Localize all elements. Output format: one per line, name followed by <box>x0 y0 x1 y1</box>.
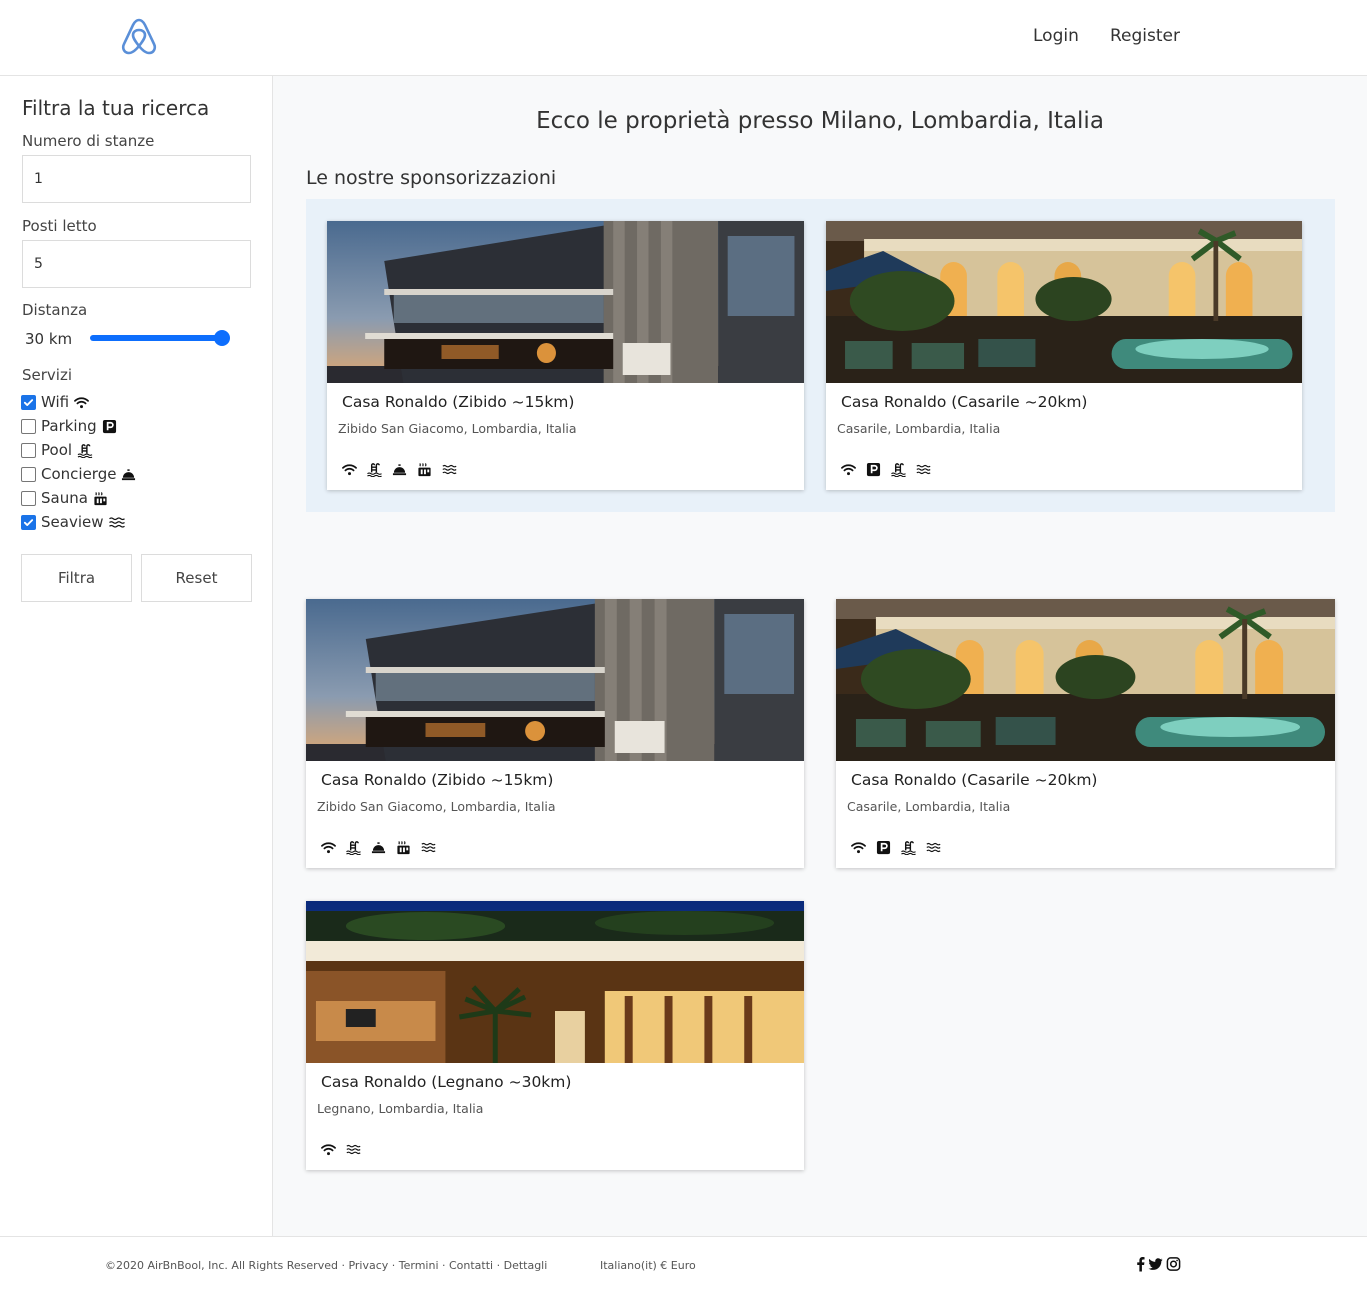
pool-icon <box>77 443 93 458</box>
sauna-icon <box>93 491 108 506</box>
property-photo[interactable] <box>327 221 804 383</box>
service-pool[interactable]: Pool <box>21 440 93 460</box>
service-label: Concierge <box>41 465 117 483</box>
amenity-icons <box>851 840 941 855</box>
service-label: Parking <box>41 417 97 435</box>
rooms-label: Numero di stanze <box>22 132 155 150</box>
service-checkbox[interactable] <box>21 490 36 506</box>
wifi-icon <box>321 840 336 855</box>
service-label: Pool <box>41 441 73 459</box>
property-photo[interactable] <box>826 221 1302 383</box>
amenity-icons <box>342 462 457 477</box>
parking-icon <box>866 462 881 477</box>
service-parking[interactable]: Parking <box>21 416 117 436</box>
twitter-icon[interactable] <box>1148 1256 1163 1272</box>
pool-icon <box>346 840 361 855</box>
property-title[interactable]: Casa Ronaldo (Zibido ~15km) <box>321 771 553 789</box>
property-address: Legnano, Lombardia, Italia <box>317 1101 484 1116</box>
pool-icon <box>891 462 906 477</box>
beds-input[interactable] <box>22 240 251 288</box>
property-photo[interactable] <box>306 901 804 1063</box>
sponsored-title: Le nostre sponsorizzazioni <box>306 167 557 189</box>
service-label: Wifi <box>41 393 70 411</box>
property-address: Casarile, Lombardia, Italia <box>837 421 1001 436</box>
property-card[interactable]: Casa Ronaldo (Zibido ~15km) Zibido San Gi… <box>306 599 804 868</box>
service-checkbox[interactable] <box>21 466 36 482</box>
airbnb-logo-icon[interactable] <box>120 16 158 56</box>
wifi-icon <box>74 395 90 410</box>
property-title[interactable]: Casa Ronaldo (Casarile ~20km) <box>841 393 1087 411</box>
amenity-icons <box>321 1142 361 1157</box>
register-link[interactable]: Register <box>1110 26 1180 46</box>
filter-button[interactable]: Filtra <box>21 554 132 602</box>
water-icon <box>926 840 941 855</box>
services-label: Servizi <box>22 366 73 384</box>
service-sauna[interactable]: Sauna <box>21 488 108 508</box>
distance-slider[interactable] <box>90 330 232 346</box>
slider-track[interactable] <box>90 335 226 341</box>
amenity-icons <box>321 840 436 855</box>
parking-icon <box>102 419 117 434</box>
beds-label: Posti letto <box>22 217 97 235</box>
wifi-icon <box>321 1142 336 1157</box>
service-checkbox[interactable] <box>21 514 36 530</box>
service-checkbox[interactable] <box>21 418 36 434</box>
distance-value: 30 km <box>25 330 73 348</box>
property-address: Zibido San Giacomo, Lombardia, Italia <box>338 421 577 436</box>
reset-button[interactable]: Reset <box>141 554 252 602</box>
water-icon <box>916 462 931 477</box>
instagram-icon[interactable] <box>1166 1256 1181 1272</box>
service-seaview[interactable]: Seaview <box>21 512 126 532</box>
wifi-icon <box>851 840 866 855</box>
water-icon <box>442 462 457 477</box>
service-checkbox[interactable] <box>21 442 36 458</box>
property-title[interactable]: Casa Ronaldo (Legnano ~30km) <box>321 1073 571 1091</box>
sauna-icon <box>396 840 411 855</box>
service-wifi[interactable]: Wifi <box>21 392 90 412</box>
slider-handle[interactable] <box>214 330 230 346</box>
service-concierge[interactable]: Concierge <box>21 464 136 484</box>
service-checkbox[interactable] <box>21 394 36 410</box>
parking-icon <box>876 840 891 855</box>
amenity-icons <box>841 462 931 477</box>
property-card[interactable]: Casa Ronaldo (Casarile ~20km) Casarile, L… <box>836 599 1335 868</box>
header: Login Register <box>0 0 1367 76</box>
service-label: Sauna <box>41 489 88 507</box>
property-photo[interactable] <box>306 599 804 761</box>
sponsored-card[interactable]: Casa Ronaldo (Casarile ~20km) Casarile, L… <box>826 221 1302 490</box>
footer-copyright[interactable]: ©2020 AirBnBool, Inc. All Rights Reserve… <box>105 1259 547 1272</box>
footer-locale[interactable]: Italiano(it) € Euro <box>600 1259 696 1272</box>
login-link[interactable]: Login <box>1033 26 1079 46</box>
concierge-bell-icon <box>371 840 386 855</box>
property-title[interactable]: Casa Ronaldo (Zibido ~15km) <box>342 393 574 411</box>
filter-sidebar: Filtra la tua ricerca Numero di stanze P… <box>0 76 273 1236</box>
property-address: Casarile, Lombardia, Italia <box>847 799 1011 814</box>
water-icon <box>346 1142 361 1157</box>
service-label: Seaview <box>41 513 104 531</box>
property-title[interactable]: Casa Ronaldo (Casarile ~20km) <box>851 771 1097 789</box>
facebook-icon[interactable] <box>1133 1256 1148 1272</box>
distance-label: Distanza <box>22 301 88 319</box>
sponsored-card[interactable]: Casa Ronaldo (Zibido ~15km) Zibido San Gi… <box>327 221 804 490</box>
concierge-bell-icon <box>392 462 407 477</box>
water-icon <box>421 840 436 855</box>
sauna-icon <box>417 462 432 477</box>
page-title: Ecco le proprietà presso Milano, Lombard… <box>536 108 1104 134</box>
property-address: Zibido San Giacomo, Lombardia, Italia <box>317 799 556 814</box>
wifi-icon <box>841 462 856 477</box>
pool-icon <box>367 462 382 477</box>
rooms-input[interactable] <box>22 155 251 203</box>
filter-title: Filtra la tua ricerca <box>22 96 210 120</box>
property-card[interactable]: Casa Ronaldo (Legnano ~30km) Legnano, Lom… <box>306 901 804 1170</box>
wifi-icon <box>342 462 357 477</box>
property-photo[interactable] <box>836 599 1335 761</box>
water-icon <box>108 515 126 530</box>
footer: ©2020 AirBnBool, Inc. All Rights Reserve… <box>0 1236 1367 1301</box>
concierge-bell-icon <box>121 467 136 482</box>
pool-icon <box>901 840 916 855</box>
main-content: Ecco le proprietà presso Milano, Lombard… <box>273 76 1367 1236</box>
